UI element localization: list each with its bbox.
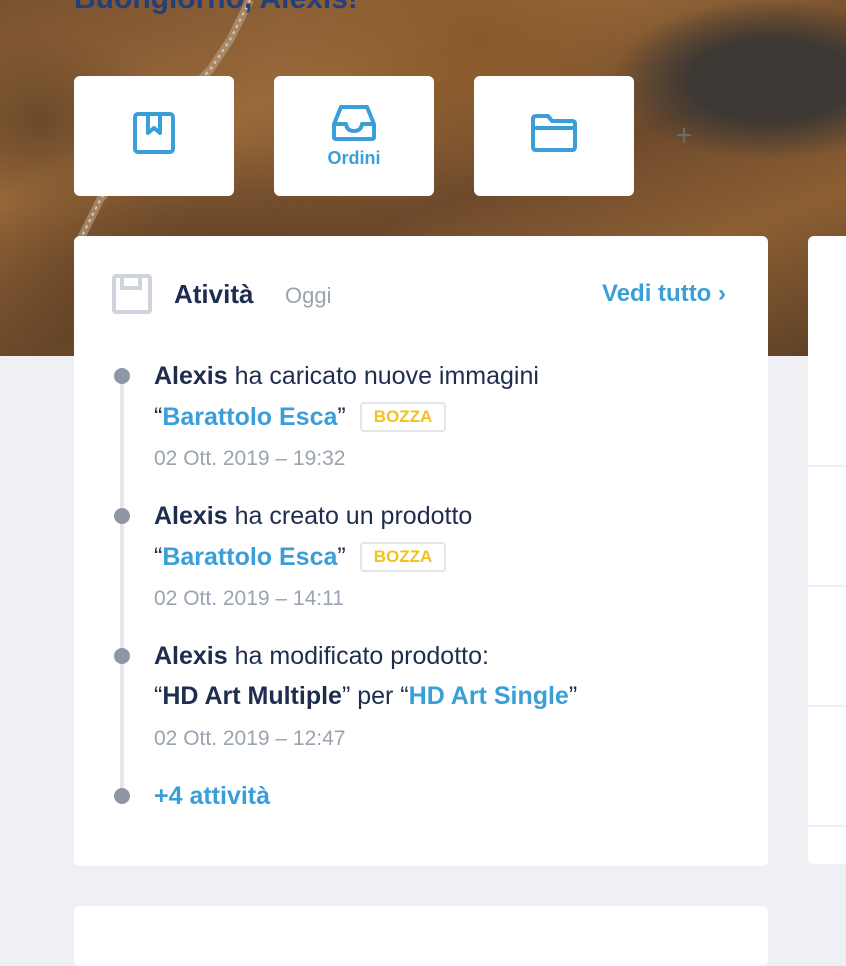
product-link[interactable]: Barattolo Esca [162, 403, 337, 431]
add-shortcut-icon[interactable]: + [670, 121, 698, 151]
quick-action-bookmark[interactable] [74, 76, 234, 196]
side-divider [808, 705, 846, 707]
connector-text: ” per “ [341, 682, 409, 710]
inbox-tray-icon [332, 104, 376, 141]
product-link[interactable]: HD Art Single [409, 682, 569, 710]
quote-mark: ” [337, 403, 346, 431]
status-badge: BOZZA [359, 402, 447, 432]
activity-action: ha creato un prodotto [234, 502, 473, 530]
bookmark-icon [133, 112, 175, 154]
activity-line: Alexis ha modificato prodotto: [154, 642, 489, 671]
activity-user: Alexis [154, 642, 228, 670]
product-name: HD Art Multiple [162, 682, 342, 710]
timeline-dot [114, 788, 130, 804]
activity-line: Alexis ha caricato nuove immagini [154, 362, 539, 391]
side-divider [808, 465, 846, 467]
timeline-dot [114, 508, 130, 524]
floppy-disk-icon [112, 274, 152, 314]
timeline-dot [114, 368, 130, 384]
greeting-title: Buongiorno, Alexis! [74, 0, 358, 16]
timeline-dot [114, 648, 130, 664]
activity-timestamp: 02 Ott. 2019 – 14:11 [154, 587, 344, 610]
more-activities-link[interactable]: +4 attività [154, 782, 270, 811]
activity-item-line: “HD Art Multiple” per “HD Art Single” [154, 682, 577, 711]
activity-action: ha modificato prodotto: [234, 642, 489, 670]
activity-user: Alexis [154, 502, 228, 530]
quick-action-label: Ordini [327, 147, 381, 168]
folder-icon [531, 114, 577, 152]
quote-mark: ” [337, 543, 346, 571]
next-card [74, 906, 768, 966]
activity-card: Atività Oggi Vedi tutto › Alexis ha cari… [74, 236, 768, 866]
activity-user: Alexis [154, 362, 228, 390]
activity-timestamp: 02 Ott. 2019 – 12:47 [154, 727, 346, 750]
activity-title: Atività [174, 279, 254, 309]
quick-action-orders[interactable]: Ordini [274, 76, 434, 196]
activity-timestamp: 02 Ott. 2019 – 19:32 [154, 447, 346, 470]
see-all-link[interactable]: Vedi tutto › [602, 280, 726, 308]
status-badge: BOZZA [359, 542, 447, 572]
activity-action: ha caricato nuove immagini [234, 362, 539, 390]
side-card [808, 236, 846, 864]
activity-item-line: “Barattolo Esca” BOZZA [154, 542, 447, 572]
quote-mark: ” [568, 682, 578, 710]
product-link[interactable]: Barattolo Esca [162, 543, 337, 571]
side-divider [808, 825, 846, 827]
timeline-line [120, 376, 124, 796]
activity-line: Alexis ha creato un prodotto [154, 502, 472, 531]
side-divider [808, 585, 846, 587]
quick-action-folder[interactable] [474, 76, 634, 196]
activity-date-filter: Oggi [285, 283, 332, 308]
activity-item-line: “Barattolo Esca” BOZZA [154, 402, 447, 432]
